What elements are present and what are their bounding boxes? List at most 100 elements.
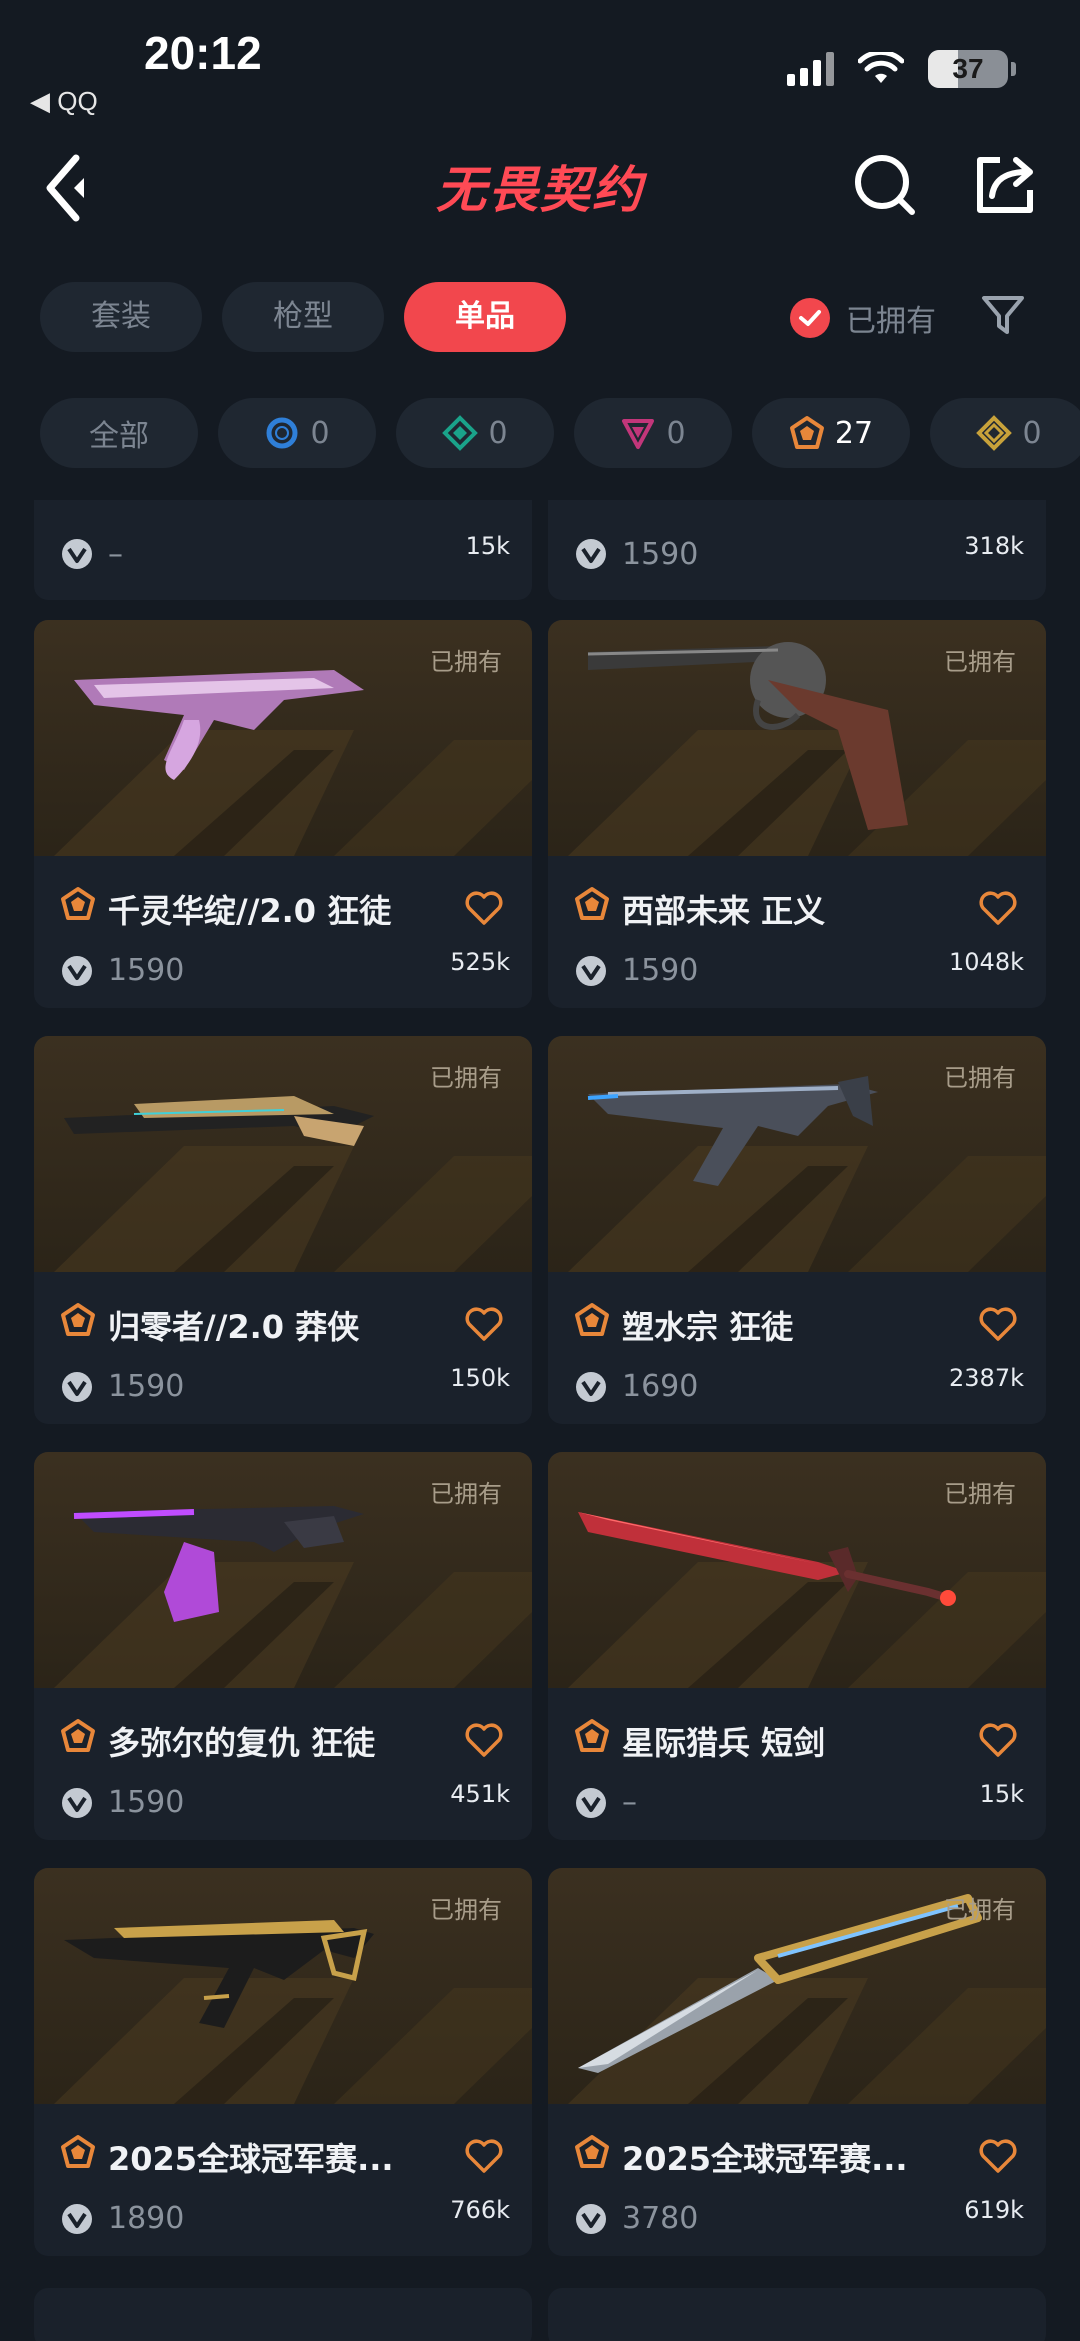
item-image: 已拥有 xyxy=(548,620,1046,856)
favorite-heart-icon[interactable] xyxy=(464,2138,504,2174)
item-card[interactable]: 已拥有 归零者//2.0 莽侠 1590 150k xyxy=(34,1036,532,1424)
item-price: – xyxy=(108,537,123,572)
item-card[interactable]: 已拥有 2025全球冠军赛... 1890 766k xyxy=(34,1868,532,2256)
item-likes: 451k xyxy=(450,1780,510,1808)
checkmark-icon xyxy=(790,298,830,338)
favorite-heart-icon[interactable] xyxy=(978,1722,1018,1758)
currency-icon xyxy=(62,539,92,569)
owned-filter-toggle[interactable]: 已拥有 xyxy=(790,296,936,340)
chip-exclusive-tier[interactable]: 27 xyxy=(752,398,910,468)
chip-ultra-tier[interactable]: 0 xyxy=(930,398,1080,468)
item-card[interactable]: 已拥有 塑水宗 狂徒 1690 2387k xyxy=(548,1036,1046,1424)
item-card-partial[interactable] xyxy=(34,2288,532,2341)
item-card[interactable]: 已拥有 多弥尔的复仇 狂徒 1590 451k xyxy=(34,1452,532,1840)
favorite-heart-icon[interactable] xyxy=(464,1722,504,1758)
item-name: 2025全球冠军赛... xyxy=(622,2140,908,2178)
item-card-partial[interactable]: 1590 318k xyxy=(548,500,1046,600)
exclusive-tier-icon xyxy=(61,887,95,920)
chip-deluxe-tier[interactable]: 0 xyxy=(396,398,554,468)
battery-percent: 37 xyxy=(952,53,984,84)
owned-badge: 已拥有 xyxy=(944,1896,1016,1924)
owned-badge: 已拥有 xyxy=(944,648,1016,676)
premium-tier-icon xyxy=(622,419,655,449)
category-tabs: 套装 枪型 单品 xyxy=(40,282,566,352)
exclusive-tier-icon xyxy=(575,887,609,920)
exclusive-tier-icon xyxy=(61,2135,95,2168)
chip-count: 27 xyxy=(834,415,874,451)
item-image: 已拥有 xyxy=(548,1036,1046,1272)
currency-icon xyxy=(576,956,606,986)
tab-weapon-type[interactable]: 枪型 xyxy=(222,282,384,352)
chip-count: 0 xyxy=(1022,415,1042,451)
exclusive-tier-icon xyxy=(61,1303,95,1336)
favorite-heart-icon[interactable] xyxy=(978,2138,1018,2174)
favorite-heart-icon[interactable] xyxy=(464,890,504,926)
exclusive-tier-icon xyxy=(61,1719,95,1752)
currency-icon xyxy=(576,539,606,569)
favorite-heart-icon[interactable] xyxy=(978,1306,1018,1342)
wifi-icon xyxy=(858,52,904,83)
tab-single-item[interactable]: 单品 xyxy=(404,282,566,352)
item-price: 1590 xyxy=(108,1369,185,1404)
rarity-filter-chips: 全部 0 0 0 27 0 xyxy=(40,398,1080,468)
select-tier-icon xyxy=(266,417,298,449)
chip-count: 0 xyxy=(488,415,508,451)
chip-select-tier[interactable]: 0 xyxy=(218,398,376,468)
item-name: 2025全球冠军赛... xyxy=(108,2140,394,2178)
item-name: 多弥尔的复仇 狂徒 xyxy=(108,1724,376,1762)
chip-premium-tier[interactable]: 0 xyxy=(574,398,732,468)
favorite-heart-icon[interactable] xyxy=(464,1306,504,1342)
item-price: 1590 xyxy=(108,953,185,988)
item-likes: 15k xyxy=(465,532,510,560)
item-card[interactable]: 已拥有 星际猎兵 短剑 – 15k xyxy=(548,1452,1046,1840)
exclusive-tier-icon xyxy=(575,1303,609,1336)
battery-icon: 37 xyxy=(928,50,1016,88)
status-bar: 20:12 ◀ QQ 37 xyxy=(0,0,1080,130)
item-name: 西部未来 正义 xyxy=(622,892,826,930)
item-image: 已拥有 xyxy=(34,1036,532,1272)
currency-icon xyxy=(62,1372,92,1402)
item-name: 塑水宗 狂徒 xyxy=(622,1308,794,1346)
owned-badge: 已拥有 xyxy=(430,1064,502,1092)
item-image: 已拥有 xyxy=(34,1452,532,1688)
item-card[interactable]: 已拥有 西部未来 正义 1590 1048k xyxy=(548,620,1046,1008)
filter-icon[interactable] xyxy=(980,292,1026,338)
owned-filter-label: 已拥有 xyxy=(846,304,936,339)
item-name: 千灵华绽//2.0 狂徒 xyxy=(108,892,392,930)
chip-count: 0 xyxy=(310,415,330,451)
chip-all[interactable]: 全部 xyxy=(40,398,198,468)
currency-icon xyxy=(576,1372,606,1402)
exclusive-tier-icon xyxy=(575,2135,609,2168)
owned-badge: 已拥有 xyxy=(430,1896,502,1924)
currency-icon xyxy=(576,2204,606,2234)
back-to-app-link[interactable]: ◀ QQ xyxy=(30,86,98,117)
share-icon[interactable] xyxy=(970,150,1040,220)
item-likes: 2387k xyxy=(949,1364,1024,1392)
currency-icon xyxy=(62,956,92,986)
item-card[interactable]: 已拥有 千灵华绽//2.0 狂徒 1590 525k xyxy=(34,620,532,1008)
item-likes: 150k xyxy=(450,1364,510,1392)
item-likes: 766k xyxy=(450,2196,510,2224)
favorite-heart-icon[interactable] xyxy=(978,890,1018,926)
status-icons: 37 xyxy=(787,50,1016,88)
item-name: 星际猎兵 短剑 xyxy=(622,1724,826,1762)
tab-bundle[interactable]: 套装 xyxy=(40,282,202,352)
item-card-partial[interactable]: – 15k xyxy=(34,500,532,600)
item-likes: 1048k xyxy=(949,948,1024,976)
chip-count: 0 xyxy=(666,415,686,451)
search-icon[interactable] xyxy=(850,150,920,220)
item-price: 1590 xyxy=(108,1785,185,1820)
currency-icon xyxy=(62,2204,92,2234)
item-price: 1590 xyxy=(622,537,699,572)
owned-badge: 已拥有 xyxy=(944,1480,1016,1508)
item-likes: 525k xyxy=(450,948,510,976)
owned-badge: 已拥有 xyxy=(430,1480,502,1508)
item-card-partial[interactable] xyxy=(548,2288,1046,2341)
item-name: 归零者//2.0 莽侠 xyxy=(108,1308,360,1346)
item-image: 已拥有 xyxy=(34,620,532,856)
owned-badge: 已拥有 xyxy=(430,648,502,676)
item-image: 已拥有 xyxy=(548,1868,1046,2104)
currency-icon xyxy=(62,1788,92,1818)
item-image: 已拥有 xyxy=(548,1452,1046,1688)
item-card[interactable]: 已拥有 2025全球冠军赛... 3780 619k xyxy=(548,1868,1046,2256)
